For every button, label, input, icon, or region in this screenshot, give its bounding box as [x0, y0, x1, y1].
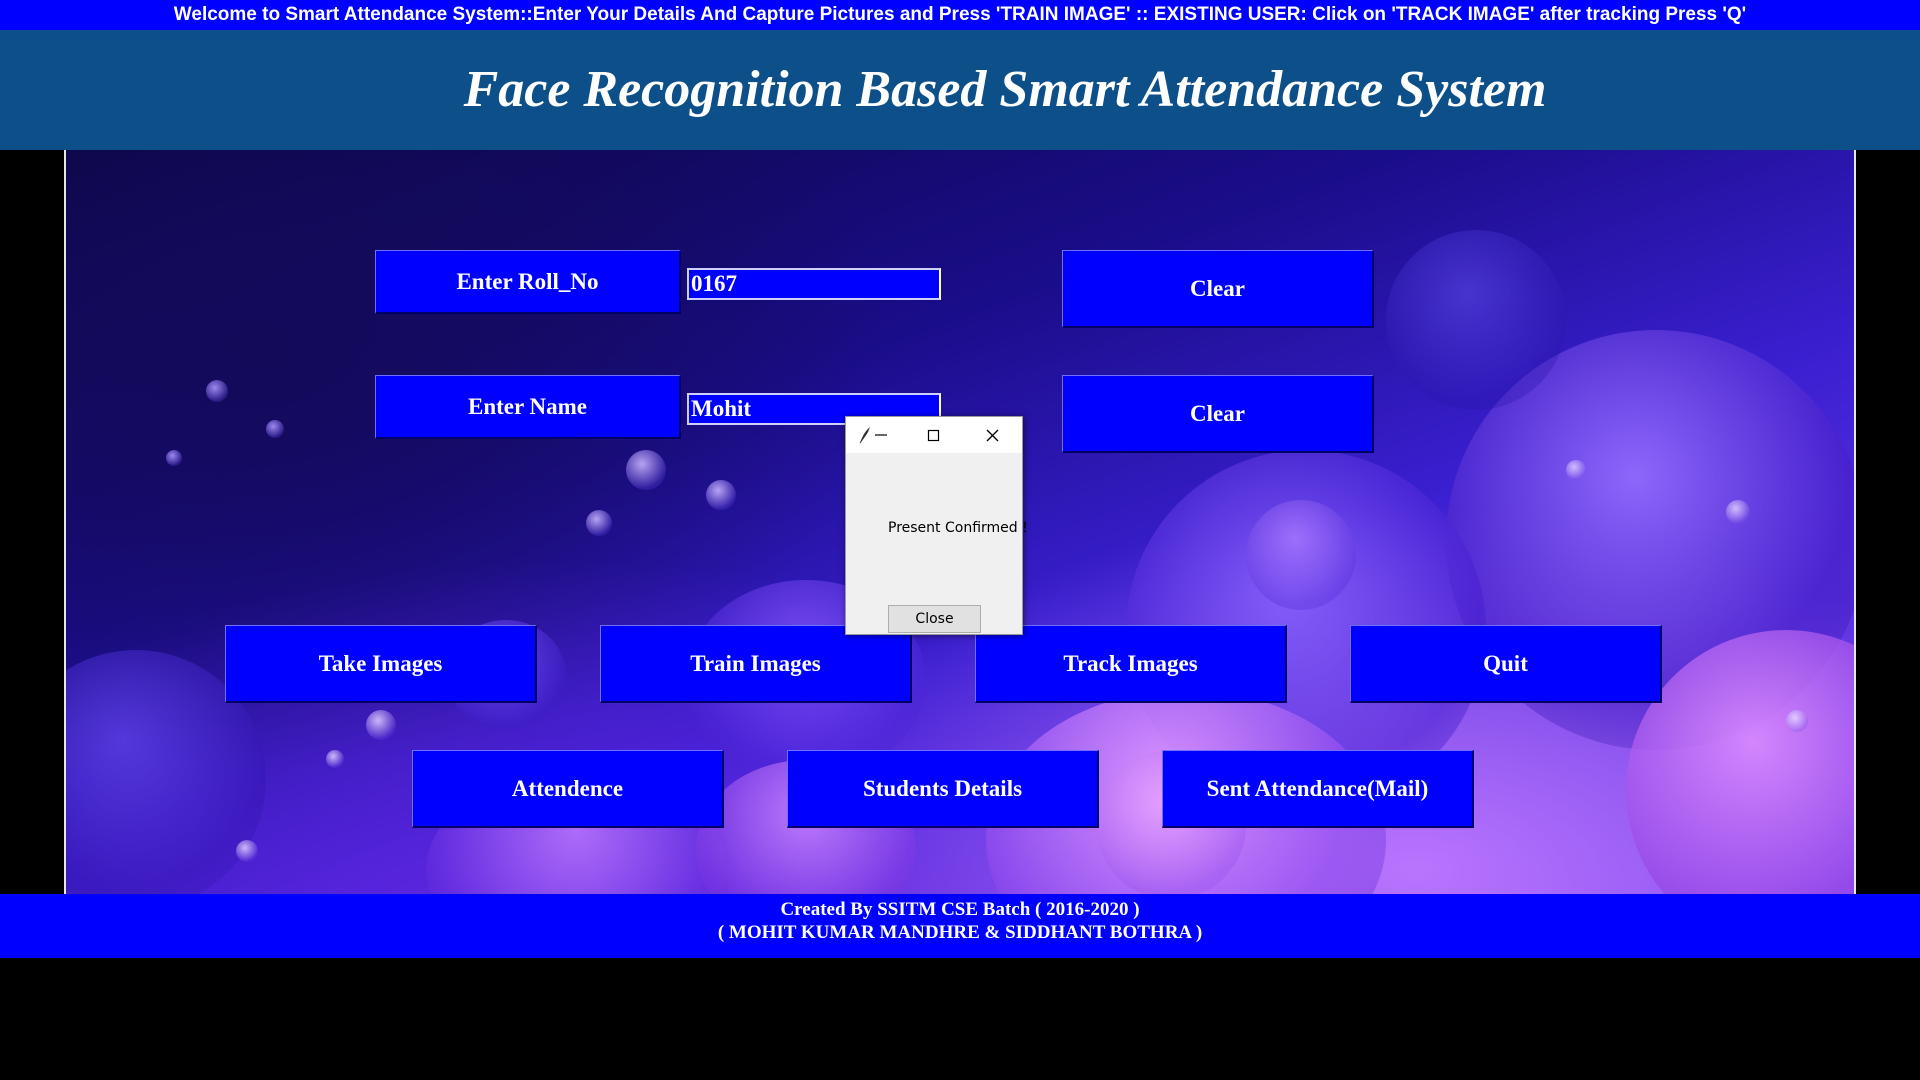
- sent-attendance-mail-button-label: Sent Attendance(Mail): [1206, 775, 1429, 801]
- dialog-close-button-label: Close: [915, 611, 954, 627]
- footer: Created By SSITM CSE Batch ( 2016-2020 )…: [0, 894, 1920, 958]
- students-details-button-label: Students Details: [862, 775, 1023, 801]
- close-icon[interactable]: [984, 425, 1002, 445]
- roll-no-input[interactable]: [687, 268, 941, 300]
- take-images-button-label: Take Images: [318, 650, 443, 676]
- clear-roll-button[interactable]: Clear: [1062, 250, 1374, 328]
- clear-roll-button-label: Clear: [1190, 275, 1245, 301]
- roll-no-label-text: Enter Roll_No: [456, 268, 599, 294]
- minimize-icon[interactable]: [874, 425, 890, 445]
- train-images-button-label: Train Images: [690, 650, 821, 676]
- track-images-button-label: Track Images: [1063, 650, 1198, 676]
- track-images-button[interactable]: Track Images: [975, 625, 1287, 703]
- maximize-icon[interactable]: [926, 425, 942, 445]
- attendence-button[interactable]: Attendence: [412, 750, 724, 828]
- quit-button[interactable]: Quit: [1350, 625, 1662, 703]
- take-images-button[interactable]: Take Images: [225, 625, 537, 703]
- sent-attendance-mail-button[interactable]: Sent Attendance(Mail): [1162, 750, 1474, 828]
- footer-authors-line: ( MOHIT KUMAR MANDHRE & SIDDHANT BOTHRA …: [717, 922, 1203, 943]
- welcome-banner: Welcome to Smart Attendance System::Ente…: [0, 0, 1920, 30]
- footer-credit-line: Created By SSITM CSE Batch ( 2016-2020 ): [780, 899, 1140, 920]
- attendence-button-label: Attendence: [511, 775, 624, 801]
- message-dialog: Present Confirmed ! Close: [845, 416, 1028, 635]
- students-details-button[interactable]: Students Details: [787, 750, 1099, 828]
- dialog-message: Present Confirmed !: [888, 520, 1028, 536]
- clear-name-button[interactable]: Clear: [1062, 375, 1374, 453]
- app-header: Face Recognition Based Smart Attendance …: [0, 30, 1920, 150]
- quit-button-label: Quit: [1483, 650, 1528, 676]
- train-images-button[interactable]: Train Images: [600, 625, 912, 703]
- clear-name-button-label: Clear: [1190, 400, 1245, 426]
- welcome-banner-text: Welcome to Smart Attendance System::Ente…: [173, 4, 1747, 25]
- name-label: Enter Name: [375, 375, 681, 439]
- page-title: Face Recognition Based Smart Attendance …: [463, 61, 1547, 118]
- roll-no-label: Enter Roll_No: [375, 250, 681, 314]
- dialog-close-button[interactable]: Close: [888, 605, 981, 633]
- dialog-titlebar[interactable]: [846, 417, 1022, 453]
- name-label-text: Enter Name: [467, 393, 588, 419]
